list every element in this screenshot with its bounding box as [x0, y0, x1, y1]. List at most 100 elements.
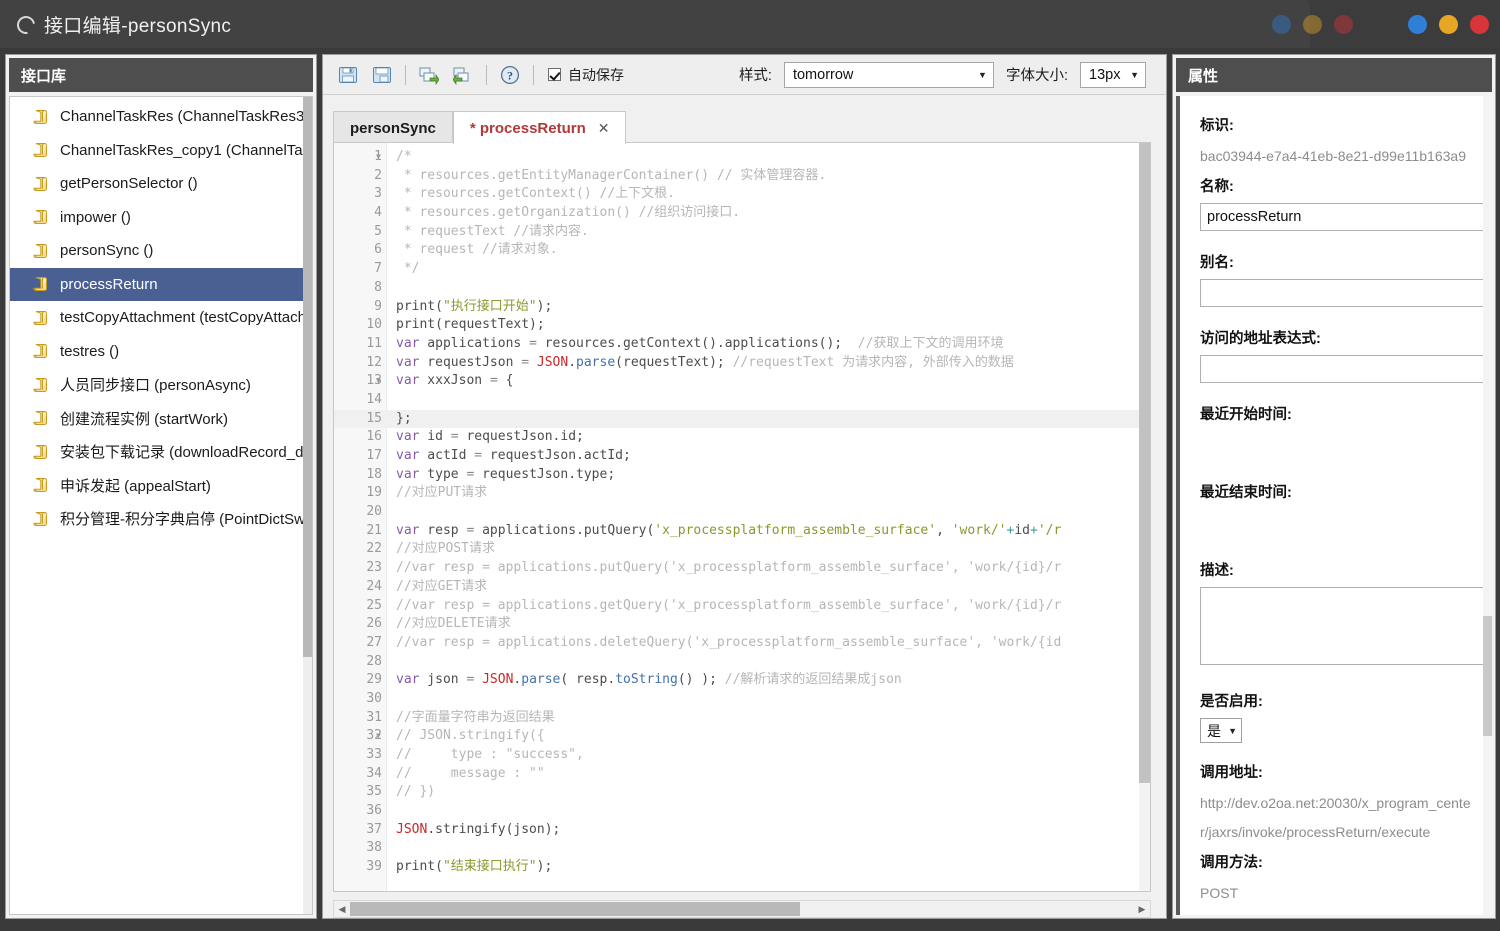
code-line[interactable]: 31//字面量字符串为返回结果	[334, 709, 1150, 728]
tree-item-label: ChannelTaskRes (ChannelTaskRes3)	[60, 108, 309, 125]
code-line[interactable]: 37JSON.stringify(json);	[334, 821, 1150, 840]
address-expression-input[interactable]	[1200, 355, 1485, 383]
description-textarea[interactable]	[1200, 587, 1492, 665]
code-line[interactable]: 8	[334, 279, 1150, 298]
fold-arrow-icon[interactable]: ▼	[376, 727, 381, 746]
code-line[interactable]: 17var actId = requestJson.actId;	[334, 447, 1150, 466]
editor-toolbar: ? 自动保存 样式: tomorrow ▼ 字体大小: 13px	[323, 55, 1166, 95]
line-number: 3	[334, 185, 387, 204]
tree-item[interactable]: 创建流程实例 (startWork)	[10, 402, 312, 436]
code-line[interactable]: 39print("结束接口执行");	[334, 858, 1150, 877]
toolbar-divider-2	[486, 65, 487, 85]
code-line[interactable]: 2 * resources.getEntityManagerContainer(…	[334, 167, 1150, 186]
code-line[interactable]: 7 */	[334, 260, 1150, 279]
style-select[interactable]: tomorrow ▼	[784, 62, 994, 88]
properties-scrollbar[interactable]	[1483, 96, 1492, 915]
scroll-left-icon[interactable]: ◀	[334, 901, 350, 917]
code-line[interactable]: 26//对应DELETE请求	[334, 615, 1150, 634]
editor-horizontal-scrollbar[interactable]: ◀ ▶	[333, 900, 1151, 918]
code-line[interactable]: 11var applications = resources.getContex…	[334, 335, 1150, 354]
code-line[interactable]: 30	[334, 690, 1150, 709]
scroll-right-icon[interactable]: ▶	[1134, 901, 1150, 917]
save-icon[interactable]	[335, 62, 361, 88]
editor-tab-label: personSync	[350, 120, 436, 137]
code-line-text: print("结束接口执行");	[387, 858, 552, 877]
style-select-value: tomorrow	[793, 67, 853, 83]
code-line[interactable]: 5 * requestText //请求内容.	[334, 223, 1150, 242]
editor-vscroll-thumb[interactable]	[1139, 143, 1150, 783]
tree-item[interactable]: impower ()	[10, 201, 312, 235]
line-number: 37	[334, 821, 387, 840]
code-content[interactable]: 1▼/*2 * resources.getEntityManagerContai…	[334, 143, 1150, 891]
code-line[interactable]: 28	[334, 653, 1150, 672]
code-line[interactable]: 23//var resp = applications.putQuery('x_…	[334, 559, 1150, 578]
tree-item[interactable]: 安装包下载记录 (downloadRecord_d	[10, 435, 312, 469]
tree-item-selected[interactable]: processReturn	[10, 268, 312, 302]
export-icon[interactable]	[416, 62, 442, 88]
minimize-button[interactable]	[1408, 15, 1427, 34]
editor-tab[interactable]: personSync	[333, 111, 453, 144]
tree-item[interactable]: 人员同步接口 (personAsync)	[10, 368, 312, 402]
code-line[interactable]: 24//对应GET请求	[334, 578, 1150, 597]
tree-item[interactable]: ChannelTaskRes_copy1 (ChannelTask	[10, 134, 312, 168]
hscroll-track[interactable]	[350, 901, 1134, 917]
code-line[interactable]: 10print(requestText);	[334, 316, 1150, 335]
save-as-icon[interactable]	[369, 62, 395, 88]
code-line[interactable]: 1▼/*	[334, 148, 1150, 167]
code-editor[interactable]: 1▼/*2 * resources.getEntityManagerContai…	[333, 142, 1151, 892]
code-line[interactable]: 3 * resources.getContext() //上下文根.	[334, 185, 1150, 204]
tree-item[interactable]: testCopyAttachment (testCopyAttach	[10, 301, 312, 335]
editor-tab[interactable]: * processReturn✕	[453, 111, 627, 144]
chevron-down-icon: ▼	[1228, 726, 1237, 736]
code-line[interactable]: 33// type : "success",	[334, 746, 1150, 765]
tree-item[interactable]: getPersonSelector ()	[10, 167, 312, 201]
sidebar-scrollbar[interactable]	[303, 97, 312, 914]
code-line[interactable]: 38	[334, 839, 1150, 858]
code-line[interactable]: 9print("执行接口开始");	[334, 298, 1150, 317]
code-line[interactable]: 19//对应PUT请求	[334, 484, 1150, 503]
hscroll-thumb[interactable]	[350, 902, 800, 916]
code-line[interactable]: 34// message : ""	[334, 765, 1150, 784]
name-input[interactable]	[1200, 203, 1485, 231]
code-line[interactable]: 21var resp = applications.putQuery('x_pr…	[334, 522, 1150, 541]
code-line[interactable]: 18var type = requestJson.type;	[334, 466, 1150, 485]
code-line[interactable]: 6 * request //请求对象.	[334, 241, 1150, 260]
code-line[interactable]: 22//对应POST请求	[334, 540, 1150, 559]
code-line-text: * request //请求对象.	[387, 241, 558, 260]
properties-scrollbar-thumb[interactable]	[1483, 616, 1492, 736]
code-line[interactable]: 27//var resp = applications.deleteQuery(…	[334, 634, 1150, 653]
code-line[interactable]: 4 * resources.getOrganization() //组织访问接口…	[334, 204, 1150, 223]
sidebar-scrollbar-thumb[interactable]	[303, 97, 312, 657]
tree-item[interactable]: testres ()	[10, 335, 312, 369]
code-line[interactable]: 15};	[334, 410, 1150, 429]
maximize-button[interactable]	[1439, 15, 1458, 34]
autosave-checkbox[interactable]: 自动保存	[548, 65, 624, 85]
code-line[interactable]: 13▼var xxxJson = {	[334, 372, 1150, 391]
fontsize-select[interactable]: 13px ▼	[1080, 62, 1146, 88]
line-number: 30	[334, 690, 387, 709]
fold-arrow-icon[interactable]: ▼	[376, 148, 381, 167]
code-line[interactable]: 32▼// JSON.stringify({	[334, 727, 1150, 746]
import-icon[interactable]	[450, 62, 476, 88]
code-line[interactable]: 14	[334, 391, 1150, 410]
tree-item[interactable]: personSync ()	[10, 234, 312, 268]
tree-item[interactable]: 积分管理-积分字典启停 (PointDictSwi	[10, 502, 312, 536]
code-line[interactable]: 25//var resp = applications.getQuery('x_…	[334, 597, 1150, 616]
close-button[interactable]	[1470, 15, 1489, 34]
enabled-select[interactable]: 是 ▼	[1200, 718, 1242, 743]
help-icon[interactable]: ?	[497, 62, 523, 88]
tree-item[interactable]: ChannelTaskRes (ChannelTaskRes3)	[10, 100, 312, 134]
close-icon[interactable]: ✕	[598, 120, 610, 137]
code-line[interactable]: 35// })	[334, 783, 1150, 802]
window-controls[interactable]	[1408, 0, 1489, 48]
fold-arrow-icon[interactable]: ▼	[376, 372, 381, 391]
code-line[interactable]: 20	[334, 503, 1150, 522]
code-line[interactable]: 16var id = requestJson.id;	[334, 428, 1150, 447]
alias-input[interactable]	[1200, 279, 1485, 307]
code-line[interactable]: 36	[334, 802, 1150, 821]
code-line[interactable]: 29var json = JSON.parse( resp.toString()…	[334, 671, 1150, 690]
editor-vertical-scrollbar[interactable]	[1139, 143, 1150, 891]
code-line[interactable]: 12var requestJson = JSON.parse(requestTe…	[334, 354, 1150, 373]
autosave-checkbox-box[interactable]	[548, 68, 561, 81]
tree-item[interactable]: 申诉发起 (appealStart)	[10, 469, 312, 503]
